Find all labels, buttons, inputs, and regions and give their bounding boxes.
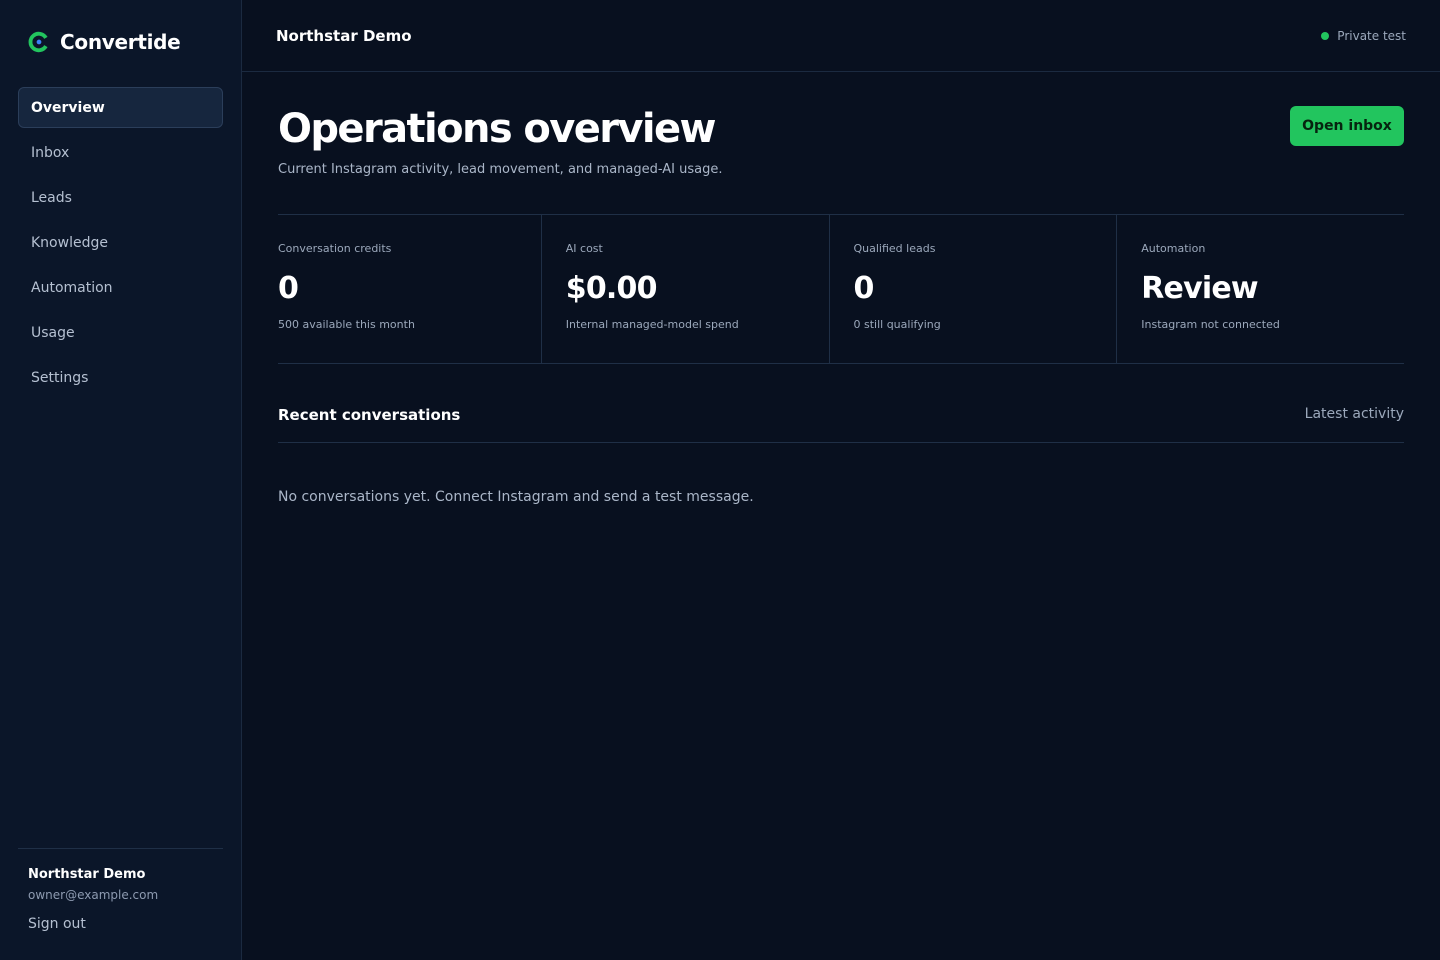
stat-value: Review: [1141, 271, 1258, 306]
sidebar-nav: Overview Inbox Leads Knowledge Automatio…: [18, 87, 223, 402]
stat-subtext: Internal managed-model spend: [565, 318, 739, 331]
page-subtitle: Current Instagram activity, lead movemen…: [278, 162, 723, 177]
empty-state-message: No conversations yet. Connect Instagram …: [278, 489, 754, 505]
overview-content: Operations overview Current Instagram ac…: [242, 72, 1440, 505]
environment-badge: Private test: [1321, 29, 1406, 43]
app-shell: Convertide Overview Inbox Leads Knowledg…: [0, 0, 1440, 960]
stat-label: AI cost: [565, 242, 603, 255]
account-email: owner@example.com: [28, 888, 159, 902]
sidebar-item-settings[interactable]: Settings: [18, 357, 223, 398]
page-header: Operations overview Current Instagram ac…: [278, 106, 1404, 177]
stat-label: Qualified leads: [853, 242, 936, 255]
stat-value: $0.00: [565, 271, 658, 306]
brand-name: Convertide: [60, 30, 181, 54]
stats-row: Conversation credits 0 500 available thi…: [278, 214, 1404, 364]
page-title: Operations overview: [278, 106, 716, 152]
account-org-name: Northstar Demo: [28, 867, 146, 882]
workspace-name: Northstar Demo: [276, 26, 412, 45]
sign-out-button[interactable]: Sign out: [28, 916, 86, 932]
convertide-logo-icon: [28, 31, 48, 53]
sidebar-item-leads[interactable]: Leads: [18, 177, 223, 218]
stat-ai-cost: AI cost $0.00 Internal managed-model spe…: [540, 215, 829, 363]
stat-subtext: 500 available this month: [278, 318, 415, 331]
stat-value: 0: [278, 271, 299, 306]
stat-label: Automation: [1141, 242, 1206, 255]
sidebar: Convertide Overview Inbox Leads Knowledg…: [0, 0, 242, 960]
sidebar-item-automation[interactable]: Automation: [18, 267, 223, 308]
main-area: Northstar Demo Private test Operations o…: [242, 0, 1440, 960]
sidebar-item-knowledge[interactable]: Knowledge: [18, 222, 223, 263]
stat-label: Conversation credits: [278, 242, 392, 255]
brand[interactable]: Convertide: [18, 0, 223, 84]
status-dot-icon: [1321, 31, 1330, 40]
open-inbox-button[interactable]: Open inbox: [1290, 106, 1404, 146]
recent-conversations-header: Recent conversations Latest activity: [278, 406, 1404, 443]
sidebar-item-usage[interactable]: Usage: [18, 312, 223, 353]
stat-subtext: 0 still qualifying: [853, 318, 941, 331]
sidebar-item-inbox[interactable]: Inbox: [18, 132, 223, 173]
stat-subtext: Instagram not connected: [1141, 318, 1280, 331]
section-meta: Latest activity: [1304, 406, 1404, 422]
section-title: Recent conversations: [278, 406, 461, 424]
account-panel: Northstar Demo owner@example.com Sign ou…: [18, 848, 223, 960]
stat-value: 0: [853, 271, 875, 306]
topbar: Northstar Demo Private test: [242, 0, 1440, 72]
environment-label: Private test: [1337, 28, 1406, 43]
stat-conversation-credits: Conversation credits 0 500 available thi…: [278, 215, 541, 363]
sidebar-item-overview[interactable]: Overview: [18, 87, 223, 128]
stat-automation: Automation Review Instagram not connecte…: [1116, 215, 1404, 363]
stat-qualified-leads: Qualified leads 0 0 still qualifying: [828, 215, 1117, 363]
